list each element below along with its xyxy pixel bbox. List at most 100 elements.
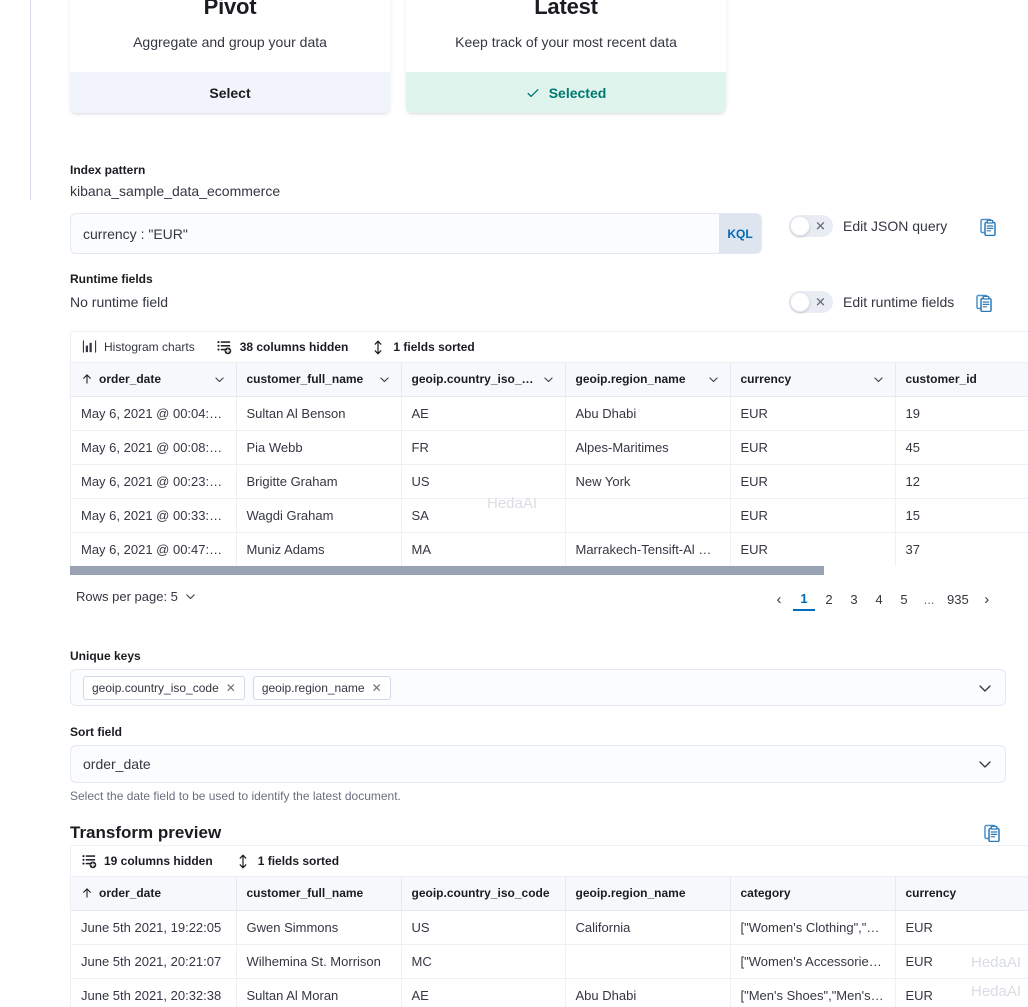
table-cell: 45 xyxy=(895,430,1028,464)
source-index-preview-grid: Histogram charts 38 columns hidden xyxy=(70,331,1028,568)
transform-type-card-latest[interactable]: Latest Keep track of your most recent da… xyxy=(406,0,726,113)
transform-type-card-pivot[interactable]: Pivot Aggregate and group your data Sele… xyxy=(70,0,390,113)
column-header-order_date[interactable]: order_date xyxy=(71,363,236,396)
pagination-prev-button[interactable]: ‹ xyxy=(768,587,790,611)
table-cell: EUR xyxy=(730,430,895,464)
table-cell: June 5th 2021, 20:21:07 xyxy=(71,944,236,978)
table-cell: MC xyxy=(401,944,565,978)
scrollbar-thumb[interactable] xyxy=(70,566,824,575)
remove-pill-icon[interactable]: ✕ xyxy=(226,681,236,695)
unique-keys-label: Unique keys xyxy=(70,649,141,663)
column-header-geoip.region_name[interactable]: geoip.region_name xyxy=(565,877,730,910)
sort-icon xyxy=(235,853,251,869)
remove-pill-icon[interactable]: ✕ xyxy=(372,681,382,695)
sort-asc-icon xyxy=(81,373,93,385)
column-header-customer_full_name[interactable]: customer_full_name xyxy=(236,877,401,910)
rows-per-page-label: Rows per page: 5 xyxy=(76,589,178,604)
transform-wizard-page: Pivot Aggregate and group your data Sele… xyxy=(0,0,1028,1007)
unique-key-pill[interactable]: geoip.region_name ✕ xyxy=(253,676,391,700)
table-cell: EUR xyxy=(730,396,895,430)
pagination-next-button[interactable]: › xyxy=(976,587,998,611)
column-menu-icon[interactable] xyxy=(378,373,391,386)
unique-key-pill[interactable]: geoip.country_iso_code ✕ xyxy=(83,676,245,700)
edit-json-query-label: Edit JSON query xyxy=(843,218,947,234)
table-cell: Wilhemina St. Morrison xyxy=(236,944,401,978)
column-header-geoip.country_iso_code[interactable]: geoip.country_iso_code xyxy=(401,877,565,910)
column-menu-icon[interactable] xyxy=(213,373,226,386)
column-header-geoip.country_iso_co...[interactable]: geoip.country_iso_co... xyxy=(401,363,565,396)
sort-field-value: order_date xyxy=(83,756,151,772)
column-header-order_date[interactable]: order_date xyxy=(71,877,236,910)
runtime-fields-label: Runtime fields xyxy=(70,272,153,286)
table-cell: Sultan Al Benson xyxy=(236,396,401,430)
sort-icon xyxy=(370,339,386,355)
chevron-down-icon[interactable] xyxy=(977,680,993,696)
pagination-page-5[interactable]: 5 xyxy=(893,587,915,611)
column-header-label: order_date xyxy=(99,886,226,900)
column-header-currency[interactable]: currency xyxy=(730,363,895,396)
edit-runtime-fields-toggle[interactable]: ✕ xyxy=(789,291,833,313)
pagination-page-935[interactable]: 935 xyxy=(943,587,973,611)
selected-latest-label: Selected xyxy=(549,85,607,101)
selected-latest-button[interactable]: Selected xyxy=(406,72,726,113)
pagination-page-4[interactable]: 4 xyxy=(868,587,890,611)
kql-query-bar[interactable]: KQL xyxy=(70,213,762,254)
sort-field-select[interactable]: order_date xyxy=(70,745,1006,783)
table-body: May 6, 2021 @ 00:04:19...Sultan Al Benso… xyxy=(71,396,1028,566)
copy-to-clipboard-icon[interactable] xyxy=(976,293,993,312)
columns-hidden-button[interactable]: 19 columns hidden xyxy=(81,853,213,869)
horizontal-scrollbar[interactable] xyxy=(70,566,1028,575)
edit-json-query-toggle[interactable]: ✕ xyxy=(789,215,833,237)
column-header-label: customer_id xyxy=(906,372,1027,386)
table-cell: Wagdi Graham xyxy=(236,498,401,532)
column-header-label: geoip.region_name xyxy=(576,372,701,386)
table-cell: Marrakech-Tensift-Al Hao... xyxy=(565,532,730,566)
pagination-page-1[interactable]: 1 xyxy=(793,587,815,611)
columns-hidden-button[interactable]: 38 columns hidden xyxy=(217,339,349,355)
card-body: Latest Keep track of your most recent da… xyxy=(406,0,726,72)
rows-per-page-selector[interactable]: Rows per page: 5 xyxy=(76,589,197,604)
select-pivot-button[interactable]: Select xyxy=(70,72,390,113)
pagination-ellipsis: ... xyxy=(918,587,940,611)
fields-sorted-button[interactable]: 1 fields sorted xyxy=(370,339,474,355)
column-header-label: order_date xyxy=(99,372,207,386)
grid-toolbar: 19 columns hidden 1 fields sorted xyxy=(71,846,1028,877)
fields-sorted-button[interactable]: 1 fields sorted xyxy=(235,853,339,869)
table-row: May 6, 2021 @ 00:23:02...Brigitte Graham… xyxy=(71,464,1028,498)
column-header-label: customer_full_name xyxy=(247,886,391,900)
columns-hidden-label: 19 columns hidden xyxy=(104,854,213,868)
transform-preview-title: Transform preview xyxy=(70,823,221,843)
column-header-currency[interactable]: currency xyxy=(895,877,1028,910)
histogram-charts-button[interactable]: Histogram charts xyxy=(81,339,195,355)
column-header-customer_full_name[interactable]: customer_full_name xyxy=(236,363,401,396)
pagination-page-2[interactable]: 2 xyxy=(818,587,840,611)
chevron-down-icon[interactable] xyxy=(977,756,993,772)
column-menu-icon[interactable] xyxy=(872,373,885,386)
column-menu-icon[interactable] xyxy=(707,373,720,386)
edit-runtime-fields-row: ✕ Edit runtime fields xyxy=(789,291,993,313)
column-header-label: customer_full_name xyxy=(247,372,372,386)
table-cell: AE xyxy=(401,396,565,430)
pagination-page-3[interactable]: 3 xyxy=(843,587,865,611)
query-language-badge[interactable]: KQL xyxy=(719,214,761,253)
table-row: May 6, 2021 @ 00:33:07...Wagdi GrahamSAE… xyxy=(71,498,1028,532)
table-header-row: order_date customer_full_name geoip.countr… xyxy=(71,877,1028,910)
table-cell: US xyxy=(401,910,565,944)
column-header-customer_id[interactable]: customer_id xyxy=(895,363,1028,396)
histogram-icon xyxy=(81,339,97,355)
column-menu-icon[interactable] xyxy=(542,373,555,386)
toggle-knob xyxy=(790,292,810,312)
table-cell: ["Women's Clothing","Wo... xyxy=(730,910,895,944)
column-header-category[interactable]: category xyxy=(730,877,895,910)
card-title: Pivot xyxy=(86,0,374,20)
column-header-geoip.region_name[interactable]: geoip.region_name xyxy=(565,363,730,396)
kql-query-input[interactable] xyxy=(71,226,719,242)
runtime-fields-value: No runtime field xyxy=(70,294,168,310)
table-cell: Abu Dhabi xyxy=(565,978,730,1007)
table-cell: June 5th 2021, 20:32:38 xyxy=(71,978,236,1007)
copy-to-clipboard-icon[interactable] xyxy=(984,823,1001,842)
card-body: Pivot Aggregate and group your data xyxy=(70,0,390,72)
unique-keys-combobox[interactable]: geoip.country_iso_code ✕ geoip.region_na… xyxy=(70,669,1006,706)
table-cell: Brigitte Graham xyxy=(236,464,401,498)
copy-to-clipboard-icon[interactable] xyxy=(980,217,997,236)
